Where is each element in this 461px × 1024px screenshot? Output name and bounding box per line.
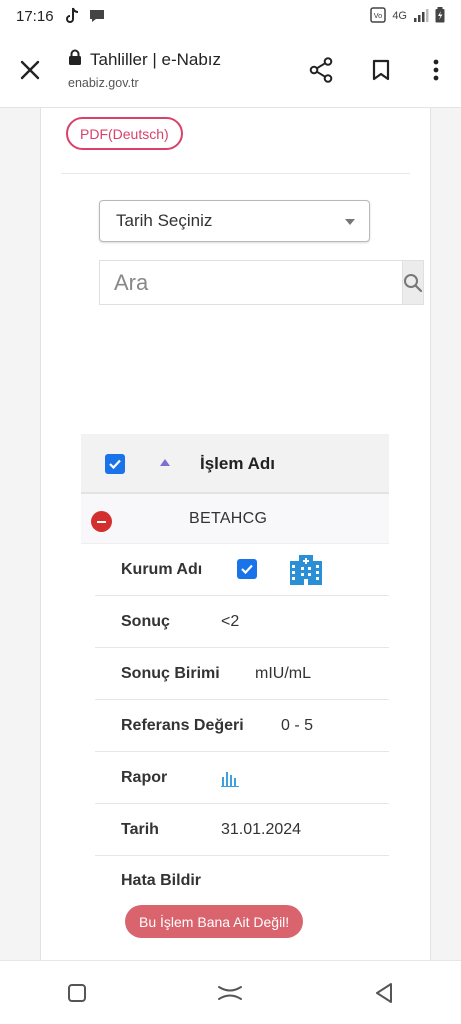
- search-input[interactable]: [99, 260, 402, 305]
- battery-icon: [435, 6, 445, 26]
- detail-row-hata: Hata Bildir: [95, 856, 389, 906]
- column-header-islem-adi[interactable]: İşlem Adı: [200, 454, 275, 474]
- system-navigation-bar: [0, 960, 461, 1024]
- lock-icon: [68, 49, 82, 70]
- home-button[interactable]: [200, 963, 260, 1023]
- tiktok-icon: [64, 7, 80, 25]
- test-name: BETAHCG: [189, 510, 268, 527]
- table-row[interactable]: BETAHCG: [81, 494, 389, 544]
- dropdown-caret-icon: [345, 219, 355, 225]
- close-icon: [20, 60, 40, 79]
- date-select[interactable]: Tarih Seçiniz: [99, 200, 370, 242]
- url-area[interactable]: Tahliller | e-Nabız enabiz.gov.tr: [60, 49, 291, 91]
- volte-icon: Vo: [370, 6, 387, 26]
- sonuc-birimi-value: mIU/mL: [255, 664, 311, 682]
- sonuc-value: <2: [221, 612, 240, 630]
- more-vert-icon: [433, 59, 439, 80]
- tarih-label: Tarih: [121, 820, 159, 838]
- divider: [61, 173, 410, 174]
- referans-degeri-label: Referans Değeri: [121, 716, 244, 734]
- network-type-label: 4G: [392, 10, 407, 22]
- more-menu-button[interactable]: [411, 32, 461, 108]
- status-bar: 17:16 Vo 4G: [0, 0, 461, 32]
- detail-row-sonuc: Sonuç <2: [95, 596, 389, 648]
- url-text: enabiz.gov.tr: [68, 76, 139, 90]
- pdf-deutsch-button[interactable]: PDF(Deutsch): [66, 117, 183, 150]
- date-select-value: Tarih Seçiniz: [116, 211, 213, 230]
- report-chart-icon[interactable]: [221, 769, 239, 792]
- recent-apps-icon: [67, 983, 86, 1002]
- bookmark-button[interactable]: [351, 32, 411, 108]
- sonuc-birimi-label: Sonuç Birimi: [121, 664, 220, 682]
- row-details: Kurum Adı Sonuç <2 Sonuç Birimi mIU/mL R…: [81, 544, 389, 906]
- back-triangle-icon: [376, 982, 393, 1003]
- table-header: İşlem Adı: [81, 434, 389, 494]
- select-all-checkbox[interactable]: [105, 454, 125, 474]
- detail-row-referans: Referans Değeri 0 - 5: [95, 700, 389, 752]
- browser-toolbar: Tahliller | e-Nabız enabiz.gov.tr: [0, 32, 461, 108]
- sort-ascending-icon[interactable]: [160, 459, 170, 466]
- detail-row-tarih: Tarih 31.01.2024: [95, 804, 389, 856]
- detail-row-rapor: Rapor: [95, 752, 389, 804]
- collapse-row-button[interactable]: [91, 511, 112, 532]
- hata-bildir-label: Hata Bildir: [121, 872, 202, 889]
- search-button[interactable]: [402, 260, 424, 305]
- signal-icon: [413, 8, 429, 25]
- share-button[interactable]: [291, 32, 351, 108]
- page-title: Tahliller | e-Nabız: [90, 49, 222, 69]
- minus-icon: [97, 520, 106, 523]
- chat-notification-icon: [88, 8, 106, 24]
- back-button[interactable]: [354, 963, 414, 1023]
- search-icon: [404, 273, 423, 292]
- search-box: [99, 260, 424, 305]
- detail-row-kurum: Kurum Adı: [95, 544, 389, 596]
- report-not-mine-button[interactable]: Bu İşlem Bana Ait Değil!: [125, 905, 304, 938]
- results-table: İşlem Adı BETAHCG Kurum Adı Sonuç <2 Son…: [81, 434, 389, 906]
- svg-text:Vo: Vo: [374, 12, 383, 20]
- home-gesture-icon: [218, 985, 243, 1000]
- tarih-value: 31.01.2024: [221, 820, 302, 838]
- results-card: PDF(Deutsch) Tarih Seçiniz İşlem Adı BE: [40, 108, 431, 960]
- rapor-label: Rapor: [121, 768, 168, 786]
- detail-row-sonuc-birimi: Sonuç Birimi mIU/mL: [95, 648, 389, 700]
- recent-apps-button[interactable]: [47, 963, 107, 1023]
- page-content: PDF(Deutsch) Tarih Seçiniz İşlem Adı BE: [0, 108, 461, 960]
- checkmark-icon: [109, 459, 121, 470]
- sonuc-label: Sonuç: [121, 612, 170, 630]
- kurum-checkbox[interactable]: [237, 559, 257, 579]
- status-indicators: Vo 4G: [370, 6, 445, 26]
- close-tab-button[interactable]: [0, 32, 60, 108]
- bookmark-icon: [372, 59, 390, 80]
- kurum-adi-label: Kurum Adı: [121, 560, 203, 578]
- checkmark-icon: [241, 564, 253, 575]
- status-time: 17:16: [16, 7, 54, 25]
- referans-degeri-value: 0 - 5: [281, 716, 314, 734]
- share-icon: [309, 56, 333, 83]
- hospital-icon[interactable]: [289, 552, 323, 591]
